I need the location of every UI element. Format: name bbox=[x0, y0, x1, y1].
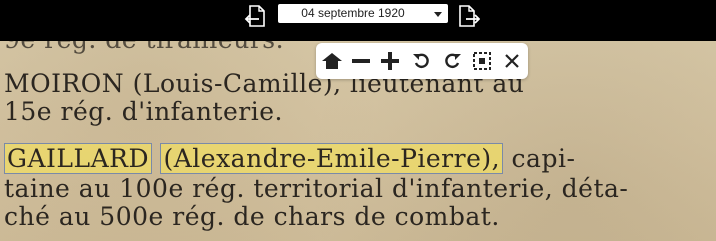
highlighted-given-names[interactable]: (Alexandre-Emile-Pierre), bbox=[160, 143, 504, 174]
next-issue-icon[interactable] bbox=[458, 4, 481, 28]
zoom-out-icon[interactable] bbox=[349, 49, 373, 73]
date-select[interactable]: 04 septembre 1920 bbox=[278, 4, 448, 23]
date-select-value: 04 septembre 1920 bbox=[301, 6, 405, 20]
text-line: 15e rég. d'infanterie. bbox=[4, 97, 283, 126]
text-line: 9e rég. de tirailleurs. bbox=[4, 41, 284, 54]
text-line: taine au 100e rég. territorial d'infante… bbox=[4, 174, 629, 203]
top-navigation-bar: 04 septembre 1920 bbox=[0, 0, 716, 41]
close-icon[interactable] bbox=[500, 49, 524, 73]
text-line: ché au 500e rég. de chars de combat. bbox=[4, 202, 500, 231]
previous-issue-icon[interactable] bbox=[244, 4, 266, 28]
home-icon[interactable] bbox=[320, 49, 344, 73]
chevron-down-icon bbox=[434, 12, 442, 17]
select-region-icon[interactable] bbox=[470, 49, 494, 73]
rotate-left-icon[interactable] bbox=[410, 49, 434, 73]
highlighted-surname[interactable]: GAILLARD bbox=[4, 143, 153, 174]
text-line-highlighted: GAILLARD (Alexandre-Emile-Pierre), capi- bbox=[4, 143, 576, 174]
rotate-right-icon[interactable] bbox=[440, 49, 464, 73]
text-fragment: capi- bbox=[511, 144, 576, 173]
viewer-toolbar bbox=[316, 43, 528, 79]
zoom-in-icon[interactable] bbox=[378, 49, 402, 73]
